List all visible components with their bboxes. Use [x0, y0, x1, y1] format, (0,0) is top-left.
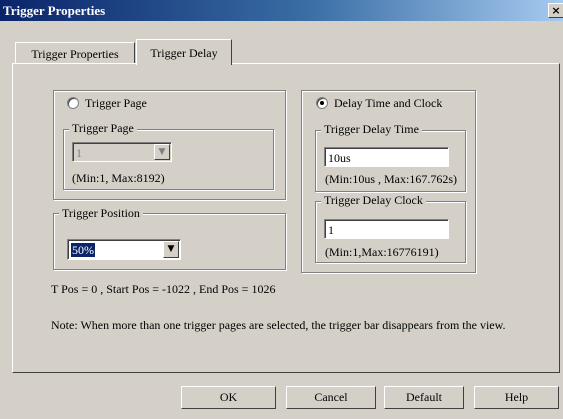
trigger-delay-clock-value: 1: [328, 223, 334, 237]
trigger-delay-clock-range: (Min:1,Max:16776191): [325, 245, 439, 259]
trigger-delay-time-input[interactable]: 10us: [324, 147, 449, 167]
ok-button[interactable]: OK: [181, 386, 276, 409]
delay-radio-label: Delay Time and Clock: [334, 96, 443, 110]
tab-trigger-delay[interactable]: Trigger Delay: [136, 39, 232, 65]
trigger-delay-time-range: (Min:10us , Max:167.762s): [325, 172, 457, 186]
tab-trigger-properties[interactable]: Trigger Properties: [15, 42, 135, 64]
trigger-page-group-label: Trigger Page: [69, 121, 137, 136]
trigger-page-radio-label: Trigger Page: [85, 96, 147, 110]
trigger-delay-time-label: Trigger Delay Time: [321, 122, 422, 137]
close-icon[interactable]: ×: [548, 3, 563, 18]
window-title: Trigger Properties: [3, 3, 106, 18]
help-button[interactable]: Help: [474, 386, 559, 409]
trigger-delay-clock-label: Trigger Delay Clock: [321, 193, 426, 208]
trigger-position-value: 50%: [71, 243, 95, 257]
trigger-delay-clock-input[interactable]: 1: [324, 219, 449, 239]
trigger-page-value: 1: [76, 146, 82, 160]
positions-text: T Pos = 0 , Start Pos = -1022 , End Pos …: [51, 282, 276, 296]
trigger-position-label: Trigger Position: [59, 206, 143, 221]
trigger-page-radio[interactable]: [67, 97, 79, 109]
trigger-page-range: (Min:1, Max:8192): [72, 171, 165, 185]
title-bar: Trigger Properties: [0, 0, 563, 21]
trigger-delay-time-value: 10us: [328, 151, 351, 165]
chevron-down-icon[interactable]: ▼: [163, 241, 179, 258]
chevron-down-icon[interactable]: ▼: [154, 144, 170, 160]
note-text: Note: When more than one trigger pages a…: [51, 318, 506, 332]
cancel-button[interactable]: Cancel: [286, 386, 376, 409]
delay-radio[interactable]: [316, 97, 328, 109]
default-button[interactable]: Default: [384, 386, 464, 409]
